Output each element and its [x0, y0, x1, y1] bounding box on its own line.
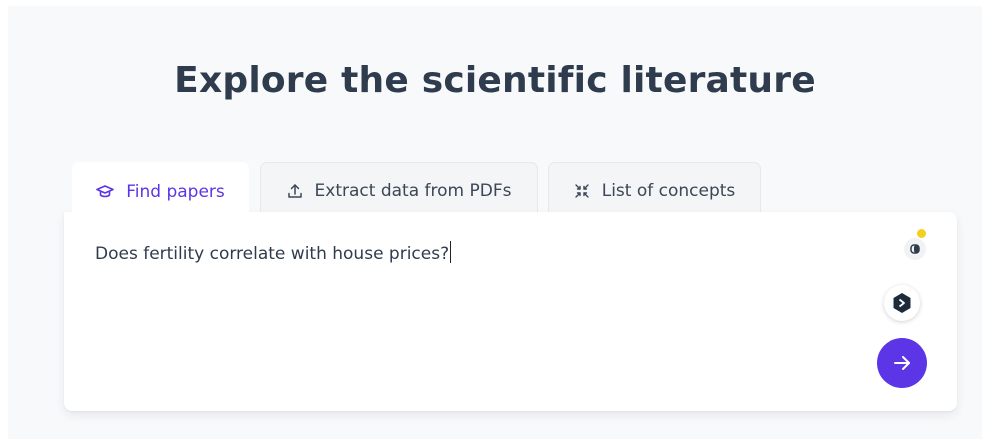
tab-find-papers[interactable]: Find papers	[72, 162, 249, 220]
notification-dot	[917, 229, 926, 238]
extension-badge[interactable]	[904, 238, 926, 260]
collapse-arrows-icon	[574, 183, 590, 199]
hexagon-logo-icon	[893, 293, 911, 313]
search-input-value: Does fertility correlate with house pric…	[95, 244, 450, 264]
extension-icon	[910, 244, 920, 254]
page-title: Explore the scientific literature	[174, 60, 816, 101]
search-card: Does fertility correlate with house pric…	[64, 212, 957, 411]
tab-list-of-concepts[interactable]: List of concepts	[548, 162, 761, 219]
tab-label: Find papers	[126, 181, 225, 202]
graduation-cap-icon	[96, 184, 115, 200]
search-input[interactable]: Does fertility correlate with house pric…	[95, 241, 875, 264]
submit-search-button[interactable]	[877, 338, 927, 388]
text-caret	[450, 241, 452, 263]
arrow-right-icon	[894, 356, 910, 370]
assistant-logo-button[interactable]	[884, 285, 920, 321]
tab-label: List of concepts	[601, 181, 736, 201]
upload-icon	[287, 183, 303, 199]
tab-extract-data[interactable]: Extract data from PDFs	[260, 162, 538, 219]
tab-label: Extract data from PDFs	[314, 181, 512, 201]
